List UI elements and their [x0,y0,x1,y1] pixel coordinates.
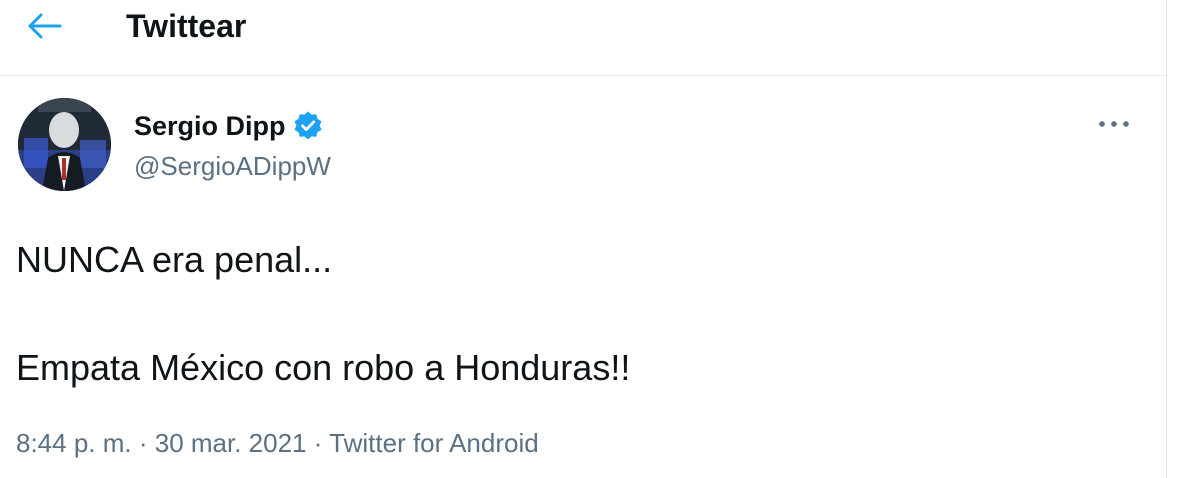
back-button[interactable] [20,6,68,46]
page-header: Twittear [0,0,1166,76]
avatar[interactable] [18,98,111,191]
verified-badge-icon [292,110,324,142]
avatar-image [18,98,111,191]
more-options-button[interactable] [1094,110,1134,138]
arrow-left-icon [28,13,62,39]
tweet-time[interactable]: 8:44 p. m. [16,428,132,458]
tweet-meta: 8:44 p. m. · 30 mar. 2021 · Twitter for … [16,426,539,460]
tweet-text-line: Empata México con robo a Honduras!! [16,347,631,388]
tweet-source[interactable]: Twitter for Android [329,428,539,458]
column-divider [1166,0,1167,478]
more-options-icon [1099,121,1129,127]
author-handle[interactable]: @SergioADippW [134,150,331,182]
tweet-date[interactable]: 30 mar. 2021 [155,428,307,458]
author-name[interactable]: Sergio Dipp [134,108,286,144]
page-title: Twittear [126,8,247,44]
tweet-detail-page: Twittear Sergio Dipp @SergioADippW NUNCA… [0,0,1200,478]
meta-separator: · [131,428,155,458]
author-name-row: Sergio Dipp [134,108,324,144]
meta-separator: · [306,428,330,458]
tweet-text-line: NUNCA era penal... [16,239,333,280]
